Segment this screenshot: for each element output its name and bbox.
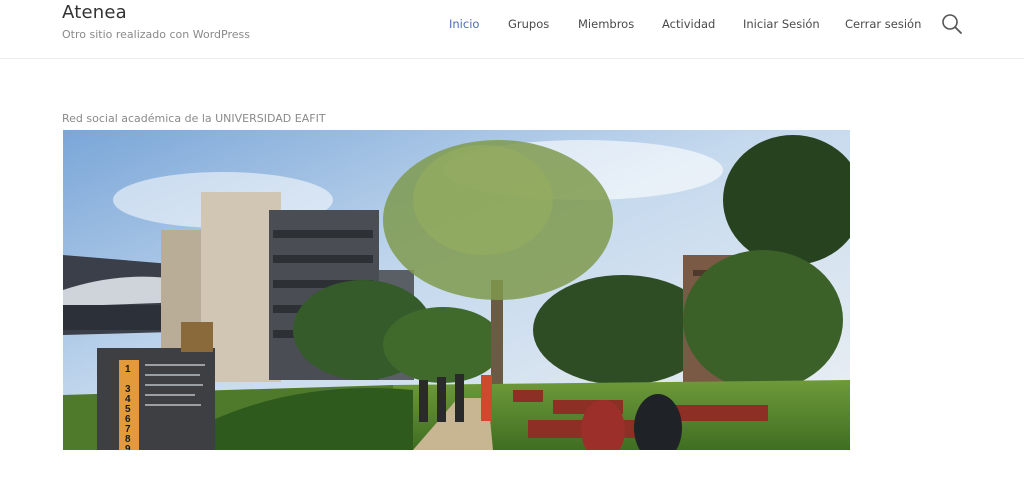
nav-item-actividad[interactable]: Actividad — [662, 17, 715, 31]
hero-image: 1 3 4 5 6 7 8 9 — [63, 130, 850, 450]
campus-photo: 1 3 4 5 6 7 8 9 — [63, 130, 850, 450]
sign-number: 1 — [125, 364, 131, 375]
nav-item-cerrar-sesion[interactable]: Cerrar sesión — [845, 17, 921, 31]
main-nav: Inicio Grupos Miembros Actividad Iniciar… — [0, 17, 1024, 33]
nav-item-grupos[interactable]: Grupos — [508, 17, 549, 31]
site-header: Atenea Otro sitio realizado con WordPres… — [0, 0, 1024, 59]
search-button[interactable] — [940, 12, 964, 36]
nav-item-iniciar-sesion[interactable]: Iniciar Sesión — [743, 17, 820, 31]
sign-number: 9 — [125, 444, 131, 450]
intro-text: Red social académica de la UNIVERSIDAD E… — [62, 112, 326, 125]
search-icon — [942, 14, 962, 34]
nav-item-inicio[interactable]: Inicio — [449, 17, 479, 31]
nav-item-miembros[interactable]: Miembros — [578, 17, 634, 31]
